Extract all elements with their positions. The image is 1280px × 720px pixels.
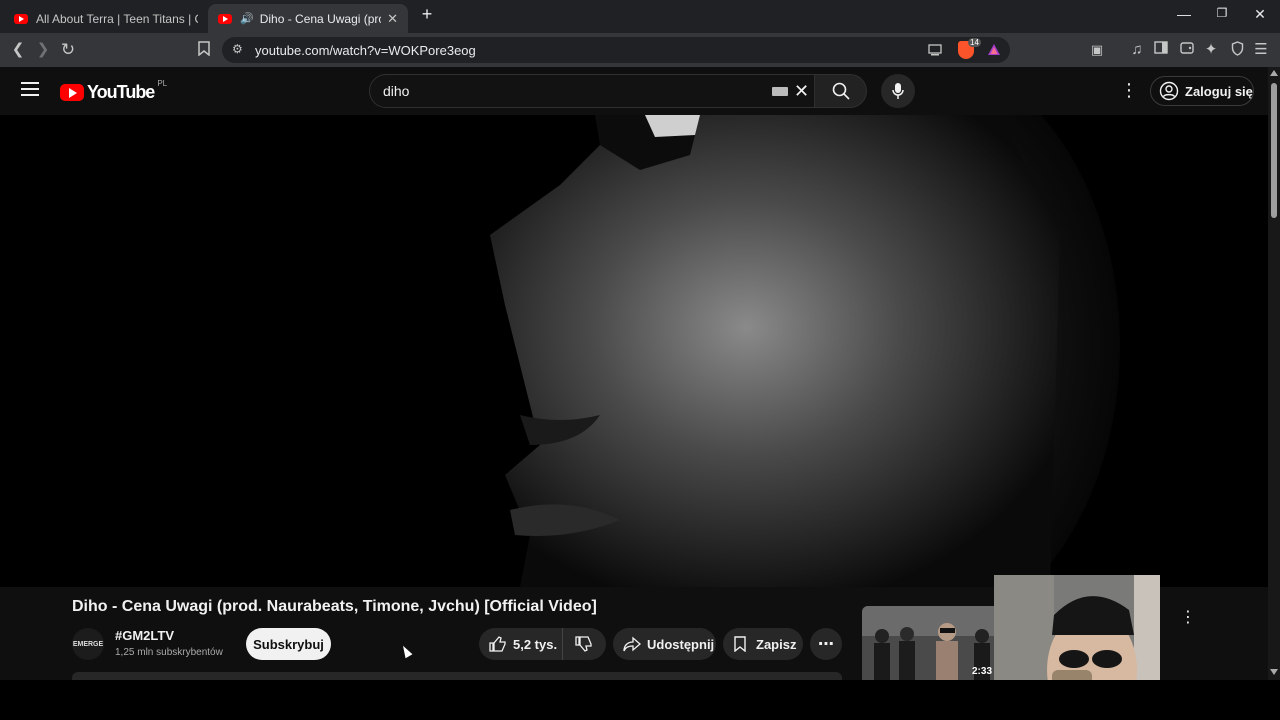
account-icon bbox=[1159, 81, 1179, 101]
hamburger-menu-icon[interactable] bbox=[21, 82, 39, 101]
share-icon bbox=[623, 636, 641, 652]
menu-icon[interactable]: ☰ bbox=[1251, 41, 1271, 59]
bookmark-icon[interactable] bbox=[194, 41, 214, 61]
cast-icon[interactable] bbox=[928, 43, 942, 61]
site-settings-icon[interactable]: ⚙ bbox=[232, 42, 243, 56]
mouse-cursor-icon bbox=[399, 643, 413, 659]
scroll-thumb[interactable] bbox=[1271, 83, 1277, 218]
search-icon bbox=[832, 82, 850, 100]
tab-title: Diho - Cena Uwagi (prod. Naurabeats bbox=[259, 11, 381, 26]
thumbs-up-icon bbox=[489, 636, 506, 652]
forward-icon[interactable]: ❯ bbox=[33, 41, 53, 59]
video-title: Diho - Cena Uwagi (prod. Naurabeats, Tim… bbox=[72, 598, 597, 615]
thumbs-down-icon bbox=[575, 636, 592, 652]
video-player[interactable] bbox=[0, 115, 1268, 587]
save-label: Zapisz bbox=[756, 636, 797, 652]
media-icon[interactable]: ♫ bbox=[1127, 41, 1147, 59]
subscriber-count: 1,25 mln subskrybentów bbox=[115, 647, 223, 658]
wallet-icon[interactable] bbox=[1177, 41, 1197, 59]
tab-title: All About Terra | Teen Titans | Cartoon bbox=[36, 11, 198, 26]
browser-tab-active[interactable]: 🔊 Diho - Cena Uwagi (prod. Naurabeats ✕ bbox=[208, 4, 408, 33]
brave-rewards-icon[interactable] bbox=[987, 43, 1001, 61]
close-window-icon[interactable]: ✕ bbox=[1250, 6, 1270, 23]
save-bookmark-icon bbox=[734, 636, 746, 652]
more-options-icon[interactable]: ⋮ bbox=[1120, 80, 1138, 101]
voice-search-button[interactable] bbox=[881, 74, 915, 108]
speaker-icon: 🔊 bbox=[240, 13, 254, 25]
clear-search-icon[interactable]: ✕ bbox=[794, 81, 809, 102]
recommended-video-thumbnail[interactable]: 2:33 bbox=[862, 606, 997, 680]
share-label: Udostępnij bbox=[647, 636, 715, 652]
browser-tab[interactable]: All About Terra | Teen Titans | Cartoon bbox=[4, 4, 208, 33]
channel-name[interactable]: #GM2LTV bbox=[115, 628, 174, 643]
video-duration: 2:33 bbox=[972, 666, 993, 677]
youtube-play-logo-icon bbox=[60, 84, 84, 101]
back-icon[interactable]: ❮ bbox=[8, 41, 28, 59]
address-bar[interactable]: ⚙ youtube.com/watch?v=WOKPore3eog 14 bbox=[222, 37, 1010, 63]
browser-toolbar: ❮ ❯ ↻ ⚙ youtube.com/watch?v=WOKPore3eog … bbox=[0, 33, 1280, 67]
youtube-logo[interactable]: YouTube PL bbox=[60, 79, 168, 103]
search-query[interactable]: diho bbox=[383, 83, 409, 99]
youtube-logo-text: YouTube bbox=[87, 82, 155, 102]
region-code: PL bbox=[157, 79, 168, 88]
leo-ai-icon[interactable]: ✦ bbox=[1201, 41, 1221, 59]
vpn-shield-icon[interactable] bbox=[1227, 41, 1247, 61]
search-input[interactable]: diho ✕ bbox=[369, 74, 815, 108]
subscribe-button[interactable]: Subskrybuj bbox=[246, 628, 331, 660]
reload-icon[interactable]: ↻ bbox=[58, 41, 78, 59]
description-box[interactable] bbox=[72, 672, 842, 680]
dislike-button[interactable] bbox=[563, 628, 605, 660]
sidebar-icon[interactable] bbox=[1151, 41, 1171, 59]
shields-badge: 14 bbox=[968, 38, 981, 47]
video-frame bbox=[0, 115, 1268, 587]
new-tab-button[interactable]: + bbox=[417, 4, 437, 25]
page-scrollbar[interactable] bbox=[1268, 67, 1280, 680]
browser-tab-strip: All About Terra | Teen Titans | Cartoon … bbox=[0, 0, 1280, 33]
microphone-icon bbox=[892, 83, 904, 99]
sign-in-label: Zaloguj się bbox=[1185, 83, 1253, 99]
save-button[interactable]: Zapisz bbox=[723, 628, 803, 660]
scroll-up-icon[interactable] bbox=[1270, 70, 1278, 76]
bottom-letterbox bbox=[0, 680, 1280, 720]
minimize-icon[interactable]: — bbox=[1174, 6, 1194, 22]
recommended-more-icon[interactable]: ⋮ bbox=[1180, 607, 1196, 627]
screenshot-icon[interactable]: ▣ bbox=[1087, 41, 1107, 59]
share-button[interactable]: Udostępnij bbox=[613, 628, 716, 660]
sign-in-button[interactable]: Zaloguj się bbox=[1150, 76, 1254, 106]
youtube-favicon-icon bbox=[14, 13, 28, 24]
channel-avatar[interactable]: EMERGE bbox=[72, 628, 104, 660]
keyboard-icon[interactable] bbox=[772, 87, 788, 96]
like-dislike-group: 5,2 tys. bbox=[479, 628, 606, 660]
search-button[interactable] bbox=[815, 74, 867, 108]
close-tab-icon[interactable]: ✕ bbox=[387, 11, 398, 27]
restore-icon[interactable]: ❐ bbox=[1212, 6, 1232, 20]
channel-avatar-text: EMERGE bbox=[72, 640, 104, 648]
youtube-masthead: YouTube PL diho ✕ ⋮ Zaloguj się bbox=[0, 67, 1268, 115]
youtube-favicon-icon bbox=[218, 13, 232, 24]
more-actions-button[interactable]: ⋯ bbox=[810, 628, 842, 660]
more-horizontal-icon: ⋯ bbox=[818, 636, 834, 653]
scroll-down-icon[interactable] bbox=[1270, 669, 1278, 675]
like-button[interactable]: 5,2 tys. bbox=[479, 628, 563, 660]
url-text[interactable]: youtube.com/watch?v=WOKPore3eog bbox=[255, 43, 476, 58]
like-count: 5,2 tys. bbox=[513, 636, 558, 652]
